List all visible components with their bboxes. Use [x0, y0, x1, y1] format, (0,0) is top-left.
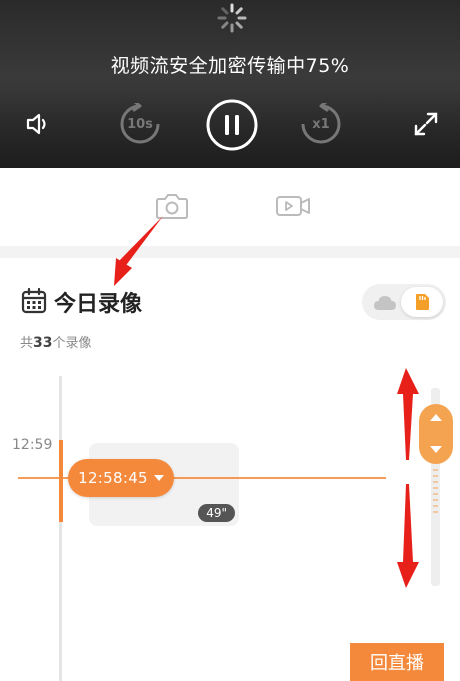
- spinner-icon: [217, 3, 247, 33]
- stream-status-text: 视频流安全加密传输中75%: [110, 55, 350, 77]
- pause-icon: [206, 99, 258, 151]
- zoom-scale-ticks: [433, 469, 438, 513]
- recording-segment[interactable]: [59, 440, 63, 522]
- playhead-time: 12:58:45: [78, 469, 148, 487]
- cloud-icon[interactable]: [372, 292, 398, 312]
- storage-toggle-knob[interactable]: [401, 287, 443, 317]
- timeline[interactable]: 12:59 49" 12:58:45: [0, 360, 460, 681]
- sd-card-icon: [416, 294, 429, 310]
- playhead-time-pill[interactable]: 12:58:45: [68, 459, 174, 497]
- speed-label: x1: [312, 116, 330, 132]
- storage-source-toggle[interactable]: [362, 284, 446, 320]
- capture-toolbar: [0, 168, 460, 246]
- timeline-zoom-handle[interactable]: [419, 404, 453, 464]
- section-divider: [0, 246, 460, 258]
- recording-count: 共33个录像: [20, 332, 92, 351]
- count-prefix: 共: [20, 336, 34, 351]
- caret-down-icon: [153, 475, 164, 481]
- clip-duration-badge: 49": [198, 504, 235, 522]
- rewind-label: 10s: [127, 116, 153, 132]
- page: 视频流安全加密传输中75% 10s x1 今日录像 共33个录像 12:59 4…: [0, 0, 460, 681]
- playback-speed-button[interactable]: x1: [300, 103, 342, 145]
- recordings-title: 今日录像: [54, 292, 143, 317]
- count-value: 33: [33, 335, 53, 351]
- rewind-10s-button[interactable]: 10s: [119, 103, 161, 145]
- pause-button[interactable]: [205, 98, 259, 152]
- video-record-icon[interactable]: [274, 190, 312, 222]
- volume-icon: [26, 113, 46, 135]
- zoom-out-arrow-icon[interactable]: [430, 446, 442, 453]
- zoom-in-arrow-icon[interactable]: [430, 414, 442, 421]
- count-suffix: 个录像: [52, 336, 92, 351]
- video-player[interactable]: 视频流安全加密传输中75% 10s x1: [0, 0, 460, 168]
- calendar-icon: [21, 287, 47, 314]
- fullscreen-button[interactable]: [408, 106, 444, 142]
- fullscreen-icon: [414, 112, 438, 136]
- back-to-live-button[interactable]: 回直播: [350, 643, 444, 681]
- camera-icon[interactable]: [154, 190, 190, 222]
- timeline-axis: [59, 376, 62, 681]
- time-tick-label: 12:59: [12, 437, 53, 453]
- volume-button[interactable]: [20, 106, 56, 142]
